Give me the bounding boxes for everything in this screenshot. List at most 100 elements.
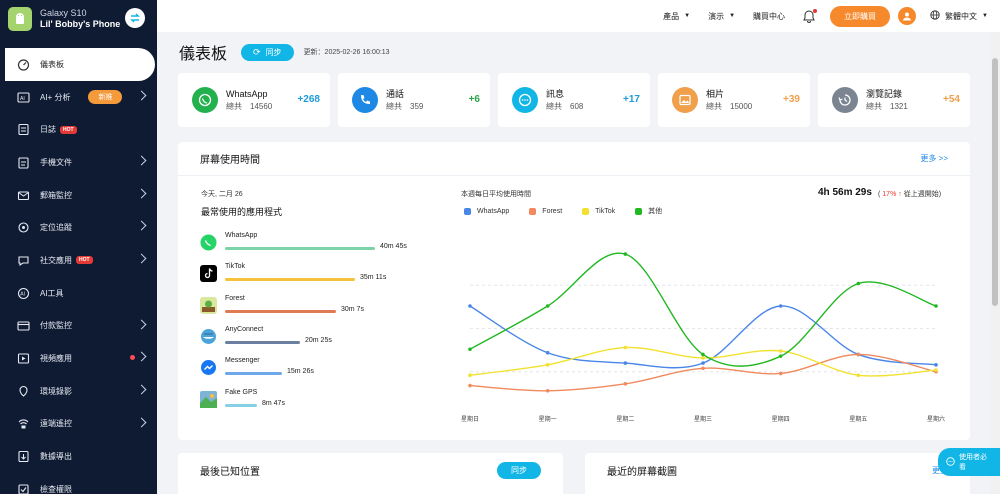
stat-label: 瀏覽記錄 [866,89,903,99]
stat-card-calls[interactable]: 通話 總共 359 +6 [338,73,490,127]
stat-card-whatsapp[interactable]: WhatsApp 總共 14560 +268 [178,73,330,127]
data-point[interactable] [778,304,783,308]
data-point[interactable] [623,361,628,365]
app-usage-row: Forest 30m 7s [200,295,460,319]
page-scrollbar[interactable] [990,32,1000,494]
anyconnect-icon [200,328,217,345]
buy-now-button[interactable]: 立即購買 [830,5,891,27]
whatsapp-icon [192,87,218,113]
app-usage-bar [225,309,336,313]
sidebar-item-permission[interactable]: 檢查權限 [0,473,157,494]
location-sync-button[interactable]: 同步 [497,461,541,479]
sidebar-item-card[interactable]: 付款監控 [0,310,157,343]
export-icon [17,450,30,463]
avatar[interactable] [898,7,917,25]
legend-label: Forest [542,207,563,215]
legend-item[interactable]: WhatsApp [464,206,509,216]
stat-card-photos[interactable]: 相片 總共 15000 +39 [658,73,810,127]
data-point[interactable] [468,383,472,388]
data-point[interactable] [545,350,550,355]
screen-time-card: 屏幕使用時間 更多 >> 今天, 二月 26 最常使用的應用程式 WhatsAp… [178,142,970,440]
sidebar-item-chat[interactable]: 社交應用 HOT [0,244,157,277]
chevron-right-icon [136,90,147,101]
x-tick-label: 星期五 [849,415,867,422]
help-button[interactable]: 使用者必看 [938,448,1000,476]
data-point[interactable] [545,388,550,393]
app-usage-bar [225,372,282,376]
app-name: WhatsApp [225,232,258,239]
sidebar-item-document[interactable]: 手機文件 [0,146,157,179]
data-point[interactable] [778,349,783,353]
data-point[interactable] [856,281,861,286]
data-point[interactable] [701,361,705,365]
stat-label: 訊息 [546,89,565,99]
data-point[interactable] [468,373,472,378]
app-usage-time: 8m 47s [262,399,285,407]
data-point[interactable] [856,373,861,378]
more-link[interactable]: 更多 >> [920,153,948,164]
android-icon [8,7,32,31]
sidebar-item-video[interactable]: 視頻應用 [0,342,157,375]
menu-purchase-center[interactable]: 購買中心 [753,11,785,22]
sidebar-item-dashboard[interactable]: 儀表板 [5,48,155,81]
card-title: 最後已知位置 [200,466,260,478]
data-point[interactable] [545,304,550,308]
x-tick-label: 星期二 [616,415,634,422]
data-point[interactable] [934,363,938,367]
today-date: 今天, 二月 26 [201,191,243,198]
data-point[interactable] [701,366,705,371]
data-point[interactable] [701,356,705,360]
chevron-right-icon [136,417,147,428]
sidebar-item-ai-tool[interactable]: AI AI工具 [0,277,157,310]
stat-card-messages[interactable]: 訊息 總共 608 +17 [498,73,650,127]
photo-icon [672,87,698,113]
chevron-right-icon [136,384,147,395]
device-header[interactable]: Galaxy S10 Lil' Bobby's Phone [0,0,157,38]
data-point[interactable] [545,363,550,367]
sidebar-item-mail[interactable]: 郵箱監控 [0,179,157,212]
data-point[interactable] [623,252,628,256]
data-point[interactable] [934,368,938,372]
data-point[interactable] [623,382,628,386]
sidebar-item-label: 環境錄影 [40,386,72,396]
app-name: TikTok [225,263,245,271]
legend-item[interactable]: Forest [529,206,562,216]
sidebar-item-ai[interactable]: AI AI+ 分析 新推 [0,81,157,114]
data-point[interactable] [468,347,472,352]
message-icon [512,87,538,113]
sidebar-item-location[interactable]: 定位追蹤 [0,211,157,244]
data-point[interactable] [856,352,861,357]
legend-item[interactable]: 其他 [635,206,662,216]
legend-swatch [464,207,471,215]
menu-demo[interactable]: 演示 ▼ [708,11,735,22]
scrollbar-thumb[interactable] [992,58,998,306]
data-point[interactable] [778,371,783,376]
chevron-right-icon [136,188,147,199]
sidebar-item-label: 數據導出 [40,452,72,462]
data-point[interactable] [623,345,628,350]
sidebar-item-ambient[interactable]: 環境錄影 [0,375,157,408]
switch-device-icon[interactable] [125,8,145,28]
sync-button[interactable]: ⟳ 同步 [241,43,294,61]
data-point[interactable] [778,354,783,358]
data-point[interactable] [701,352,705,357]
sidebar-item-log[interactable]: 日誌 HOT [0,113,157,146]
location-icon [17,221,30,234]
stat-card-browser-history[interactable]: 瀏覽記錄 總共 1321 +54 [818,73,970,127]
globe-icon [930,10,940,22]
line-chart: 星期日 星期一 星期二 星期三 星期四 星期五 星期六 [461,252,945,422]
data-point[interactable] [934,304,938,308]
notification-dot [130,355,135,361]
app-usage-row: Fake GPS 8m 47s [200,389,460,413]
sidebar-item-remote[interactable]: 遠端遙控 [0,408,157,441]
stat-delta: +39 [783,94,800,105]
bell-icon[interactable] [803,8,818,23]
language-selector[interactable]: 繁體中文 ▼ [930,10,988,22]
sidebar-item-label: 郵箱監控 [40,190,72,200]
x-tick-label: 星期三 [694,415,712,422]
data-point[interactable] [468,304,472,308]
legend-item[interactable]: TikTok [582,206,615,216]
menu-products[interactable]: 產品 ▼ [663,11,690,22]
card-icon [17,319,30,332]
sidebar-item-export[interactable]: 數據導出 [0,440,157,473]
